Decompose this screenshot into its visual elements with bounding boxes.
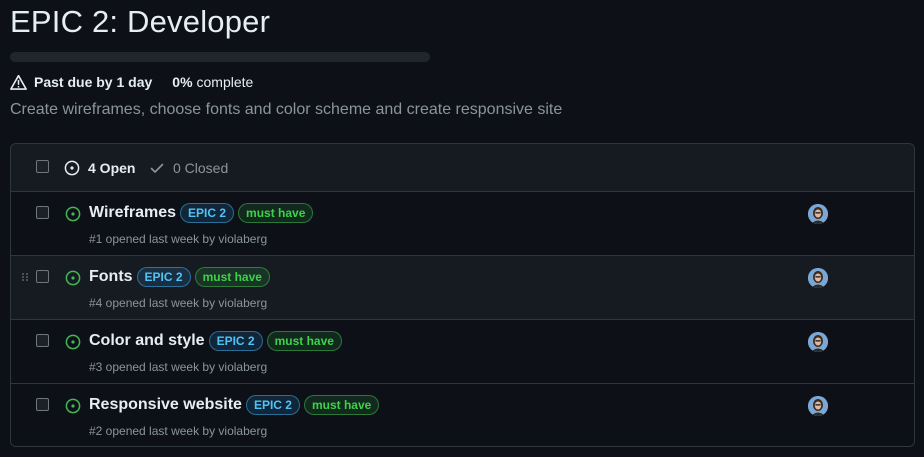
issue-row[interactable]: Responsive website EPIC 2 must have #2 o…: [11, 384, 914, 446]
avatar-image: [808, 268, 828, 288]
alert-triangle-icon: [10, 74, 27, 90]
check-icon: [150, 163, 164, 173]
issue-title-link[interactable]: Wireframes: [89, 204, 176, 222]
avatar-image: [808, 396, 828, 416]
issue-row[interactable]: Wireframes EPIC 2 must have #1 opened la…: [11, 192, 914, 256]
issue-checkbox[interactable]: [36, 334, 49, 347]
issue-meta: #2 opened last week by violaberg: [89, 424, 268, 438]
milestone-page: EPIC 2: Developer Past due by 1 day 0% c…: [0, 0, 924, 457]
label-must-have[interactable]: must have: [194, 267, 270, 287]
milestone-description: Create wireframes, choose fonts and colo…: [10, 101, 563, 118]
tab-closed-issues[interactable]: 0 Closed: [149, 160, 228, 176]
tab-open-issues[interactable]: 4 Open: [64, 160, 135, 176]
assignee-avatar[interactable]: [808, 268, 828, 288]
issue-opened-icon: [64, 160, 80, 176]
assignee-avatar[interactable]: [808, 204, 828, 224]
select-all-checkbox[interactable]: [36, 160, 49, 173]
label-must-have[interactable]: must have: [303, 395, 380, 415]
assignee-avatar[interactable]: [808, 332, 828, 352]
issue-meta: #3 opened last week by violaberg: [89, 360, 268, 374]
issue-opened-icon: [65, 334, 81, 350]
milestone-meta: Past due by 1 day 0% complete: [10, 72, 253, 92]
issue-opened-icon: [65, 206, 81, 222]
issues-list: 4 Open 0 Closed Wireframes EPIC 2 must h…: [10, 143, 915, 447]
milestone-title: EPIC 2: Developer: [10, 4, 271, 39]
issue-checkbox[interactable]: [36, 206, 49, 219]
issues-list-header: 4 Open 0 Closed: [11, 144, 914, 192]
percent-complete: 0%: [172, 74, 193, 90]
label-epic-2[interactable]: EPIC 2: [180, 203, 235, 223]
closed-count-label: 0 Closed: [173, 160, 229, 176]
issue-opened-icon: [65, 398, 81, 414]
issue-meta: #4 opened last week by violaberg: [89, 296, 268, 310]
label-must-have[interactable]: must have: [238, 203, 314, 223]
past-due-text: Past due by 1 day: [34, 74, 153, 90]
open-count-label: 4 Open: [88, 160, 136, 176]
label-epic-2[interactable]: EPIC 2: [208, 331, 263, 351]
issue-title-link[interactable]: Responsive website: [89, 396, 242, 414]
issue-checkbox[interactable]: [36, 270, 49, 283]
issue-opened-icon: [65, 270, 81, 286]
issue-row[interactable]: Color and style EPIC 2 must have #3 open…: [11, 320, 914, 384]
issue-title-link[interactable]: Fonts: [89, 268, 133, 286]
milestone-progress-bar: [10, 52, 430, 62]
label-epic-2[interactable]: EPIC 2: [245, 395, 300, 415]
issue-title-line: Wireframes EPIC 2 must have: [89, 203, 317, 223]
issue-title-line: Fonts EPIC 2 must have: [89, 267, 274, 287]
issue-row[interactable]: Fonts EPIC 2 must have #4 opened last we…: [11, 256, 914, 320]
issue-title-link[interactable]: Color and style: [89, 332, 205, 350]
grabber-icon[interactable]: [21, 272, 29, 282]
assignee-avatar[interactable]: [808, 396, 828, 416]
complete-label: complete: [196, 74, 254, 90]
issue-title-line: Responsive website EPIC 2 must have: [89, 395, 383, 415]
label-epic-2[interactable]: EPIC 2: [136, 267, 191, 287]
issue-checkbox[interactable]: [36, 398, 49, 411]
label-must-have[interactable]: must have: [266, 331, 342, 351]
issue-meta: #1 opened last week by violaberg: [89, 232, 268, 246]
issue-title-line: Color and style EPIC 2 must have: [89, 331, 346, 351]
avatar-image: [808, 204, 828, 224]
avatar-image: [808, 332, 828, 352]
